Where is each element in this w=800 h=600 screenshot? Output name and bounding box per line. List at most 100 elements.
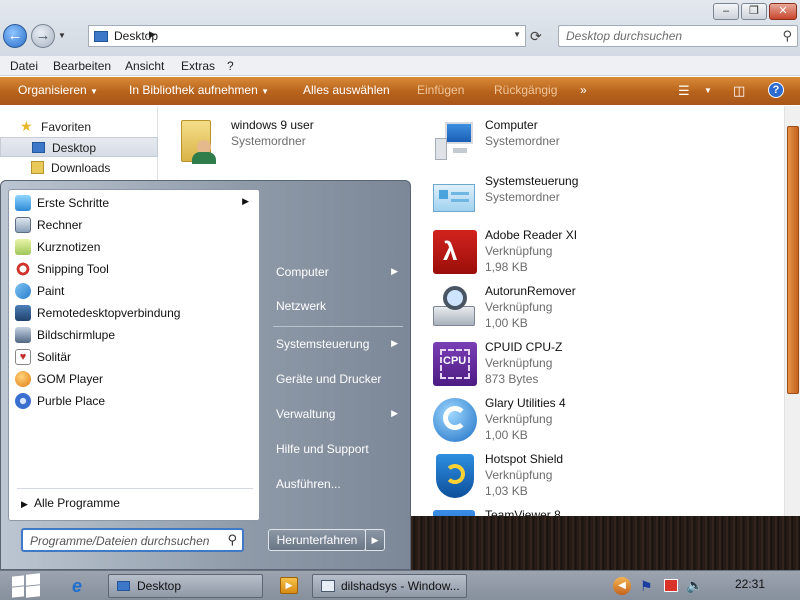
flag-icon[interactable]: ⚑ bbox=[640, 578, 653, 595]
start-right-control-panel[interactable]: Systemsteuerung ▶ bbox=[276, 333, 404, 357]
start-right-network[interactable]: Netzwerk bbox=[276, 295, 404, 319]
recent-pages-dropdown-icon[interactable]: ▼ bbox=[58, 31, 66, 40]
file-item-control-panel[interactable]: Systemsteuerung Systemordner bbox=[431, 172, 631, 224]
show-hidden-icons-button[interactable]: ◀ bbox=[613, 577, 631, 595]
search-icon[interactable]: ⚲ bbox=[227, 532, 237, 548]
volume-icon[interactable]: 🔈 bbox=[686, 577, 703, 594]
menu-extras[interactable]: Extras bbox=[181, 59, 215, 73]
menu-ansicht[interactable]: Ansicht bbox=[125, 59, 164, 73]
start-right-run[interactable]: Ausführen... bbox=[276, 473, 404, 497]
windows-logo-pane bbox=[26, 585, 40, 598]
right-item-label: Verwaltung bbox=[276, 407, 336, 421]
file-type: Verknüpfung bbox=[485, 412, 553, 426]
select-all-button[interactable]: Alles auswählen bbox=[303, 83, 390, 97]
command-bar: Organisieren ▼ In Bibliothek aufnehmen ▼… bbox=[0, 77, 800, 105]
back-button[interactable]: ← bbox=[3, 24, 27, 48]
desktop-search-input[interactable]: Desktop durchsuchen ⚲ bbox=[558, 25, 798, 47]
start-item-purble-place[interactable]: Purble Place bbox=[13, 390, 257, 412]
start-item-getting-started[interactable]: Erste Schritte ▶ bbox=[13, 192, 257, 214]
shutdown-options-button[interactable]: ▶ bbox=[365, 529, 385, 551]
file-name: Systemsteuerung bbox=[485, 174, 579, 188]
close-button[interactable]: ✕ bbox=[769, 3, 797, 20]
star-icon: ★ bbox=[20, 118, 33, 134]
internet-explorer-icon[interactable]: e bbox=[72, 576, 92, 596]
nav-desktop[interactable]: Desktop bbox=[0, 137, 158, 157]
taskbar-desktop-button[interactable]: Desktop bbox=[108, 574, 263, 598]
details-pane bbox=[410, 516, 800, 570]
file-item-glary-utilities[interactable]: Glary Utilities 4 Verknüpfung 1,00 KB bbox=[431, 394, 631, 446]
gom-player-icon bbox=[15, 371, 31, 387]
program-label: Rechner bbox=[37, 218, 83, 232]
taskbar-window-button[interactable]: dilshadsys - Window... bbox=[312, 574, 467, 598]
system-tray: ◀ ⚑ 🔈 bbox=[608, 574, 800, 598]
all-programs-button[interactable]: ▶ Alle Programme bbox=[21, 496, 120, 510]
start-item-sticky-notes[interactable]: Kurznotizen bbox=[13, 236, 257, 258]
help-icon[interactable]: ? bbox=[768, 82, 784, 98]
start-item-remote-desktop[interactable]: Remotedesktopverbindung bbox=[13, 302, 257, 324]
file-name: Glary Utilities 4 bbox=[485, 396, 566, 410]
organize-button[interactable]: Organisieren ▼ bbox=[18, 83, 98, 97]
clock[interactable]: 22:31 bbox=[735, 577, 765, 591]
media-player-icon[interactable]: ▶ bbox=[280, 577, 298, 594]
more-commands-button[interactable]: » bbox=[580, 83, 587, 97]
start-button[interactable] bbox=[10, 573, 42, 599]
view-dropdown-icon[interactable]: ▼ bbox=[704, 86, 712, 95]
file-item-adobe-reader[interactable]: λ Adobe Reader XI Verknüpfung 1,98 KB bbox=[431, 226, 631, 278]
file-item-user-folder[interactable]: windows 9 user Systemordner bbox=[177, 116, 377, 168]
purble-place-icon bbox=[15, 393, 31, 409]
file-type: Verknüpfung bbox=[485, 468, 553, 482]
start-item-magnifier[interactable]: Bildschirmlupe bbox=[13, 324, 257, 346]
start-right-devices-printers[interactable]: Geräte und Drucker bbox=[276, 368, 404, 392]
address-bar[interactable]: Desktop ▶ ▼ bbox=[88, 25, 526, 47]
menu-datei[interactable]: Datei bbox=[10, 59, 38, 73]
menu-help[interactable]: ? bbox=[227, 59, 234, 73]
scrollbar-thumb[interactable] bbox=[787, 126, 799, 394]
start-item-solitaire[interactable]: ♥ Solitär bbox=[13, 346, 257, 368]
submenu-arrow-icon: ▶ bbox=[391, 266, 398, 276]
file-item-computer[interactable]: Computer Systemordner bbox=[431, 116, 631, 168]
program-label: Snipping Tool bbox=[37, 262, 109, 276]
submenu-arrow-icon: ▶ bbox=[242, 196, 249, 206]
maximize-button[interactable]: ❐ bbox=[741, 3, 767, 20]
start-right-administration[interactable]: Verwaltung ▶ bbox=[276, 403, 404, 427]
start-search-input[interactable]: Programme/Dateien durchsuchen ⚲ bbox=[21, 528, 244, 552]
file-item-teamviewer[interactable]: TeamViewer 8 bbox=[431, 506, 631, 516]
program-label: Bildschirmlupe bbox=[37, 328, 116, 342]
preview-pane-icon[interactable]: ◫ bbox=[733, 83, 745, 99]
desktop-folder-icon bbox=[117, 581, 130, 591]
start-item-paint[interactable]: Paint bbox=[13, 280, 257, 302]
view-options-icon[interactable]: ☰ bbox=[678, 83, 690, 99]
refresh-icon[interactable]: ⟳ bbox=[530, 28, 542, 45]
start-item-gom-player[interactable]: GOM Player bbox=[13, 368, 257, 390]
start-right-computer[interactable]: Computer ▶ bbox=[276, 261, 404, 285]
nav-favorites[interactable]: ★ Favoriten bbox=[0, 117, 158, 137]
file-name: Adobe Reader XI bbox=[485, 228, 578, 242]
nav-desktop-label: Desktop bbox=[52, 141, 97, 155]
file-item-autorun-remover[interactable]: AutorunRemover Verknüpfung 1,00 KB bbox=[431, 282, 631, 334]
file-item-cpu-z[interactable]: CPU CPUID CPU-Z Verknüpfung 873 Bytes bbox=[431, 338, 631, 390]
forward-button[interactable]: → bbox=[31, 24, 55, 48]
start-item-calculator[interactable]: Rechner bbox=[13, 214, 257, 236]
all-programs-label: Alle Programme bbox=[33, 496, 120, 510]
file-item-hotspot-shield[interactable]: Hotspot Shield Verknüpfung 1,03 KB bbox=[431, 450, 631, 502]
downloads-folder-icon bbox=[31, 161, 44, 174]
file-name: AutorunRemover bbox=[485, 284, 576, 298]
window-titlebar: – ❐ ✕ ← → ▼ Desktop ▶ ▼ ⟳ Desktop durchs… bbox=[0, 0, 800, 56]
network-icon[interactable] bbox=[664, 579, 678, 592]
right-item-label: Systemsteuerung bbox=[276, 337, 370, 351]
program-label: Kurznotizen bbox=[37, 240, 101, 254]
address-dropdown-icon[interactable]: ▼ bbox=[513, 30, 521, 39]
shutdown-button[interactable]: Herunterfahren bbox=[268, 529, 366, 551]
right-item-label: Netzwerk bbox=[276, 299, 327, 313]
search-icon[interactable]: ⚲ bbox=[782, 28, 792, 44]
start-item-snipping-tool[interactable]: Snipping Tool bbox=[13, 258, 257, 280]
undo-button: Rückgängig bbox=[494, 83, 558, 97]
minimize-button[interactable]: – bbox=[713, 3, 739, 20]
menu-bearbeiten[interactable]: Bearbeiten bbox=[53, 59, 111, 73]
nav-downloads[interactable]: Downloads bbox=[0, 158, 158, 178]
breadcrumb-arrow-icon[interactable]: ▶ bbox=[149, 29, 156, 40]
snipping-tool-icon bbox=[15, 261, 31, 277]
vertical-scrollbar[interactable] bbox=[784, 106, 800, 516]
start-right-help-support[interactable]: Hilfe und Support bbox=[276, 438, 404, 462]
add-to-library-button[interactable]: In Bibliothek aufnehmen ▼ bbox=[129, 83, 269, 97]
